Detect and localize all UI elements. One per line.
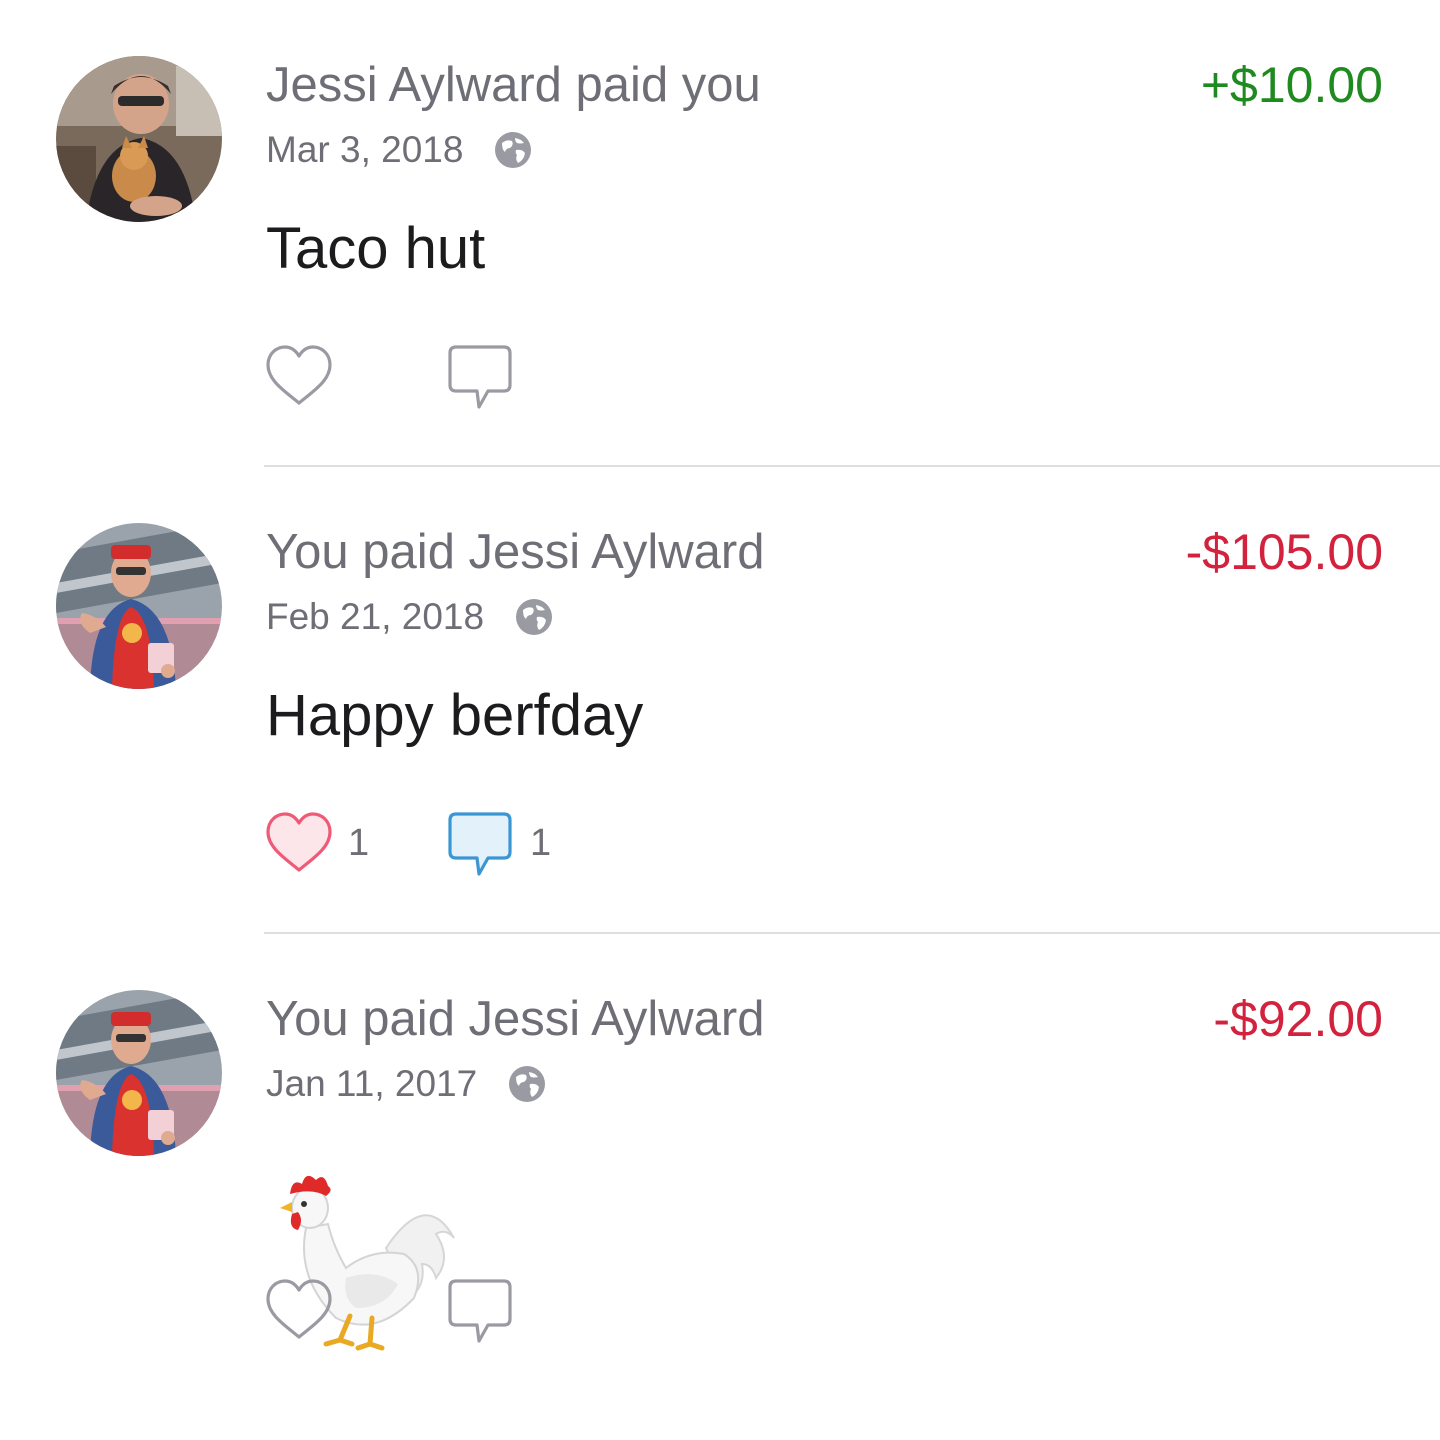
comment-count: 1 — [530, 822, 552, 864]
like-button[interactable] — [264, 340, 446, 412]
transaction-title[interactable]: You paid Jessi Aylward — [266, 523, 765, 581]
avatar[interactable] — [56, 56, 222, 222]
comment-button[interactable] — [446, 340, 628, 412]
comment-button[interactable]: 1 — [446, 807, 628, 879]
transaction-meta: Jan 11, 2017 — [266, 1060, 547, 1108]
comment-icon — [446, 341, 516, 411]
like-button[interactable]: 1 — [264, 807, 446, 879]
transaction-date: Mar 3, 2018 — [266, 129, 464, 170]
transaction-actions — [264, 1274, 628, 1346]
transaction-note: Happy berfday — [266, 683, 644, 748]
heart-icon — [264, 1275, 334, 1345]
heart-icon — [264, 341, 334, 411]
avatar[interactable] — [56, 523, 222, 689]
globe-icon[interactable] — [507, 1064, 547, 1104]
like-button[interactable] — [264, 1274, 446, 1346]
transaction-title[interactable]: Jessi Aylward paid you — [266, 56, 761, 114]
like-count: 1 — [348, 822, 370, 864]
heart-icon — [264, 808, 334, 878]
globe-icon[interactable] — [493, 130, 533, 170]
transaction-amount: +$10.00 — [1200, 57, 1383, 113]
transaction-amount: -$92.00 — [1213, 991, 1383, 1047]
transaction-meta: Feb 21, 2018 — [266, 593, 554, 641]
globe-icon[interactable] — [514, 597, 554, 637]
transaction-feed: Jessi Aylward paid you +$10.00 Mar 3, 20… — [0, 0, 1440, 1440]
transaction-date: Feb 21, 2018 — [266, 596, 485, 637]
transaction-actions — [264, 340, 628, 412]
comment-icon — [446, 1275, 516, 1345]
transaction-date: Jan 11, 2017 — [266, 1063, 478, 1104]
comment-button[interactable] — [446, 1274, 628, 1346]
transaction-meta: Mar 3, 2018 — [266, 126, 533, 174]
transaction-item[interactable]: You paid Jessi Aylward -$105.00 Feb 21, … — [0, 467, 1440, 934]
transaction-amount: -$105.00 — [1185, 524, 1383, 580]
transaction-note: Taco hut — [266, 216, 486, 281]
comment-icon — [446, 808, 516, 878]
transaction-item[interactable]: You paid Jessi Aylward -$92.00 Jan 11, 2… — [0, 934, 1440, 1401]
avatar[interactable] — [56, 990, 222, 1156]
transaction-actions: 1 1 — [264, 807, 628, 879]
transaction-title[interactable]: You paid Jessi Aylward — [266, 990, 765, 1048]
transaction-item[interactable]: Jessi Aylward paid you +$10.00 Mar 3, 20… — [0, 0, 1440, 467]
